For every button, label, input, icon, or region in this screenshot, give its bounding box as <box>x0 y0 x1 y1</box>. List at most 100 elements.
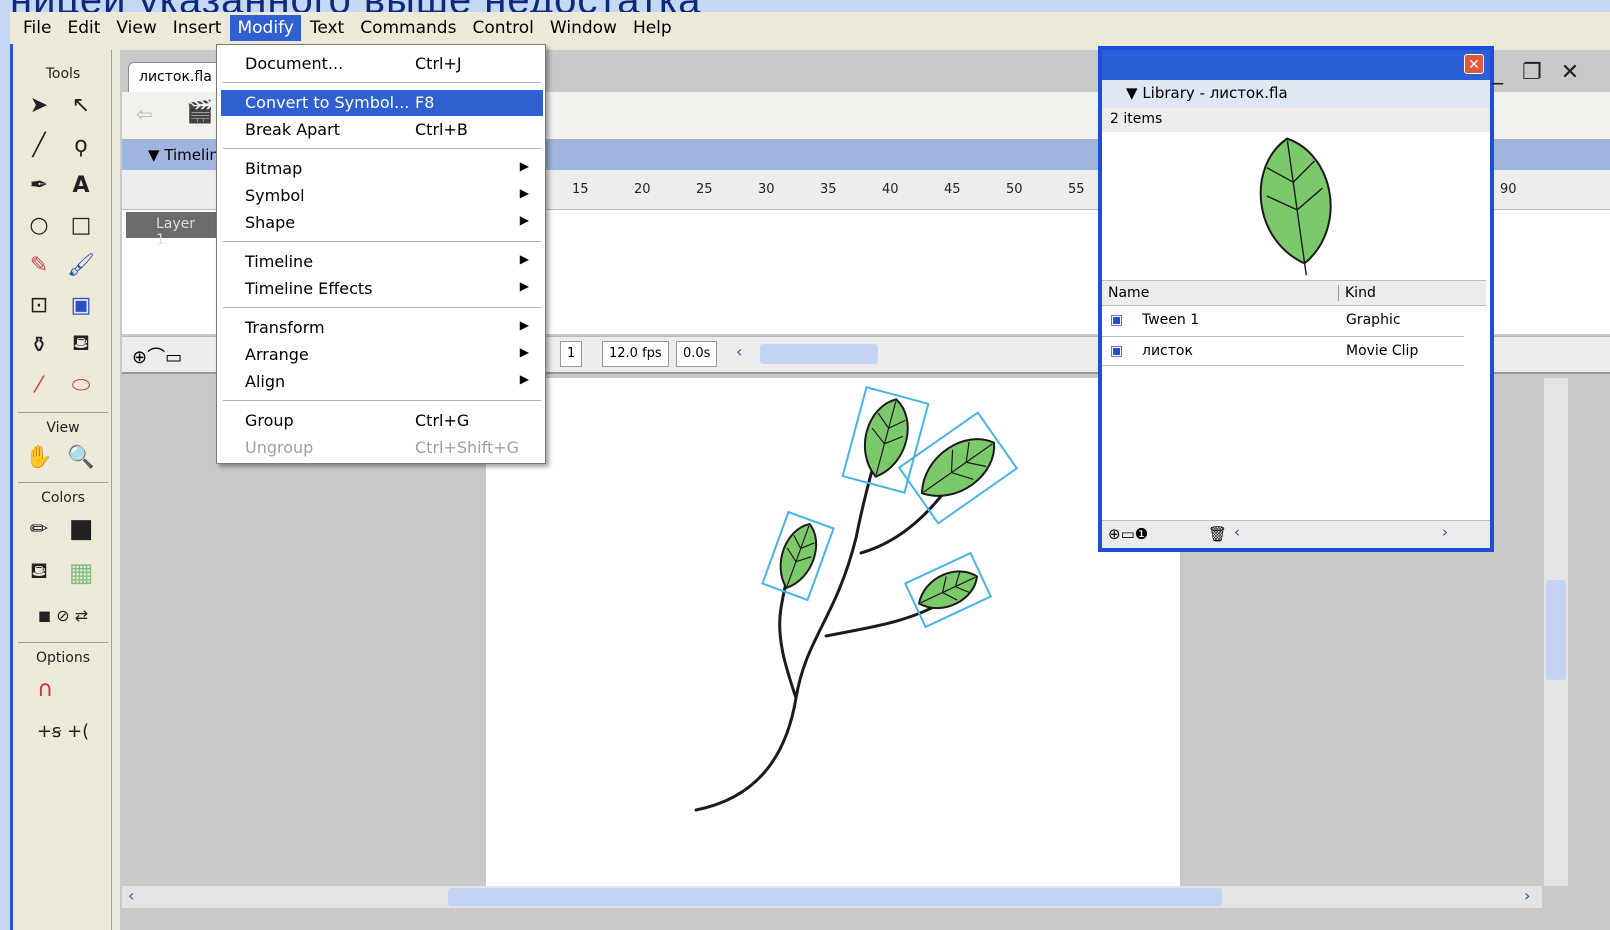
ink-bottle-tool-icon[interactable]: ⚱ <box>22 328 56 362</box>
fill-swatch[interactable]: ▦ <box>64 556 98 590</box>
oval-tool-icon[interactable]: ○ <box>22 208 56 242</box>
column-name[interactable]: Name <box>1108 285 1149 301</box>
menu-item-break-apart[interactable]: Break Apart Ctrl+B <box>221 117 543 143</box>
menu-control[interactable]: Control <box>465 15 540 41</box>
rectangle-tool-icon[interactable]: □ <box>64 208 98 242</box>
hand-tool-icon[interactable]: ✋ <box>22 440 56 474</box>
pen-tool-icon[interactable]: ✒ <box>22 168 56 202</box>
menu-item-shape[interactable]: Shape ▶ <box>221 210 543 236</box>
ruler-label: 45 <box>944 182 961 197</box>
leaf-symbol <box>903 551 993 629</box>
menu-separator <box>223 307 541 309</box>
menu-item-bitmap[interactable]: Bitmap ▶ <box>221 156 543 182</box>
menu-item-timeline[interactable]: Timeline ▶ <box>221 249 543 275</box>
movie-clip-icon: ▣ <box>1110 343 1124 359</box>
snap-magnet-icon[interactable]: ∩ <box>28 672 62 706</box>
fill-color-icon[interactable]: ⛾ <box>22 556 56 590</box>
zoom-tool-icon[interactable]: 🔍 <box>64 440 98 474</box>
pencil-tool-icon[interactable]: ✎ <box>22 248 56 282</box>
menu-item-document[interactable]: Document... Ctrl+J <box>221 51 543 77</box>
menu-item-group[interactable]: Group Ctrl+G <box>221 408 543 434</box>
menu-modify[interactable]: Modify <box>230 15 301 41</box>
submenu-arrow-icon: ▶ <box>519 159 529 173</box>
trash-icon[interactable]: 🗑 <box>1208 525 1227 543</box>
menu-item-transform[interactable]: Transform ▶ <box>221 315 543 341</box>
horizontal-scroll-thumb[interactable] <box>448 888 1222 906</box>
menu-item-ungroup: Ungroup Ctrl+Shift+G <box>221 435 543 461</box>
scroll-left-icon[interactable]: ‹ <box>128 886 134 905</box>
document-tab[interactable]: листок.fla <box>128 62 228 92</box>
menu-item-label: Bitmap <box>245 159 303 178</box>
menu-item-label: Timeline <box>245 252 314 271</box>
menu-commands[interactable]: Commands <box>353 15 463 41</box>
view-section-label: View <box>46 420 80 436</box>
ruler-label: 30 <box>758 182 775 197</box>
library-scroll-left-icon[interactable]: ‹ <box>1234 523 1240 541</box>
text-tool-icon[interactable]: A <box>64 168 98 202</box>
menu-item-arrange[interactable]: Arrange ▶ <box>221 342 543 368</box>
smooth-straighten-icon[interactable]: +ꞩ +( <box>18 714 108 748</box>
brush-tool-icon[interactable]: 🖌 <box>64 248 98 282</box>
menu-item-align[interactable]: Align ▶ <box>221 369 543 395</box>
arrow-tool-icon[interactable]: ➤ <box>22 88 56 122</box>
close-icon[interactable]: ✕ <box>1464 54 1484 74</box>
stroke-swatch[interactable]: ■ <box>64 512 98 546</box>
submenu-arrow-icon: ▶ <box>519 279 529 293</box>
subselect-tool-icon[interactable]: ↖ <box>64 88 98 122</box>
menu-item-label: Timeline Effects <box>245 279 373 298</box>
menu-edit[interactable]: Edit <box>60 15 107 41</box>
column-kind[interactable]: Kind <box>1338 285 1376 301</box>
menubar: File Edit View Insert Modify Text Comman… <box>10 12 1610 44</box>
eyedropper-tool-icon[interactable]: ⁄ <box>22 368 56 402</box>
lasso-tool-icon[interactable]: ϙ <box>64 128 98 162</box>
submenu-arrow-icon: ▶ <box>519 318 529 332</box>
library-scroll-right-icon[interactable]: › <box>1442 523 1448 541</box>
fill-transform-tool-icon[interactable]: ▣ <box>64 288 98 322</box>
ruler-label: 40 <box>882 182 899 197</box>
scene-icon[interactable]: 🎬 <box>186 100 213 125</box>
window-controls[interactable]: _ ❐ ✕ <box>1492 60 1585 85</box>
add-layer-icon[interactable]: ⊕⌒▭ <box>132 343 182 369</box>
graphic-symbol-icon: ▣ <box>1110 312 1124 328</box>
menu-item-timeline-effects[interactable]: Timeline Effects ▶ <box>221 276 543 302</box>
swap-colors-icon[interactable]: ◼ ⊘ ⇄ <box>18 598 108 632</box>
menu-file[interactable]: File <box>16 15 58 41</box>
scroll-right-icon[interactable]: › <box>1524 886 1530 905</box>
library-row[interactable]: ▣ Tween 1 Graphic <box>1102 306 1464 336</box>
library-footer: ⊕▭❶ 🗑 ‹ › <box>1102 520 1490 548</box>
library-row[interactable]: ▣ листок Movie Clip <box>1102 336 1464 366</box>
timeline-scroll-left-icon[interactable]: ‹ <box>736 342 742 361</box>
library-titlebar[interactable] <box>1102 50 1490 80</box>
elapsed-time: 0.0s <box>676 341 718 367</box>
menu-text[interactable]: Text <box>303 15 351 41</box>
eraser-tool-icon[interactable]: ⬭ <box>64 368 98 402</box>
stroke-color-icon[interactable]: ✏ <box>22 512 56 546</box>
free-transform-tool-icon[interactable]: ⊡ <box>22 288 56 322</box>
new-symbol-icon[interactable]: ⊕▭❶ <box>1108 525 1148 543</box>
stage[interactable] <box>486 378 1180 886</box>
menu-item-shortcut: Ctrl+J <box>415 54 462 73</box>
menu-item-label: Break Apart <box>245 120 340 139</box>
menu-item-convert-to-symbol[interactable]: Convert to Symbol... F8 <box>221 90 543 116</box>
menu-insert[interactable]: Insert <box>166 15 229 41</box>
leaf-preview-icon <box>1259 137 1332 276</box>
tools-panel: Tools ➤ ↖ ╱ ϙ ✒ A ○ □ ✎ 🖌 ⊡ ▣ ⚱ ⛾ ⁄ ⬭ Vi… <box>14 50 112 930</box>
menu-separator <box>223 148 541 150</box>
frame-rate[interactable]: 12.0 fps <box>602 341 669 367</box>
ruler-label: 90 <box>1500 182 1517 197</box>
library-preview <box>1102 132 1490 278</box>
menu-help[interactable]: Help <box>626 15 679 41</box>
menu-item-label: Transform <box>245 318 325 337</box>
paint-bucket-tool-icon[interactable]: ⛾ <box>64 328 98 362</box>
back-arrow-icon[interactable]: ⇦ <box>136 102 153 126</box>
menu-window[interactable]: Window <box>543 15 624 41</box>
vertical-scroll-thumb[interactable] <box>1546 580 1566 680</box>
menu-view[interactable]: View <box>109 15 163 41</box>
menu-separator <box>223 82 541 84</box>
submenu-arrow-icon: ▶ <box>519 345 529 359</box>
library-header[interactable]: ▼ Library - листок.fla <box>1102 80 1490 108</box>
timeline-scroll-thumb[interactable] <box>760 344 878 364</box>
menu-item-symbol[interactable]: Symbol ▶ <box>221 183 543 209</box>
menu-item-shortcut: Ctrl+G <box>415 411 470 430</box>
line-tool-icon[interactable]: ╱ <box>22 128 56 162</box>
